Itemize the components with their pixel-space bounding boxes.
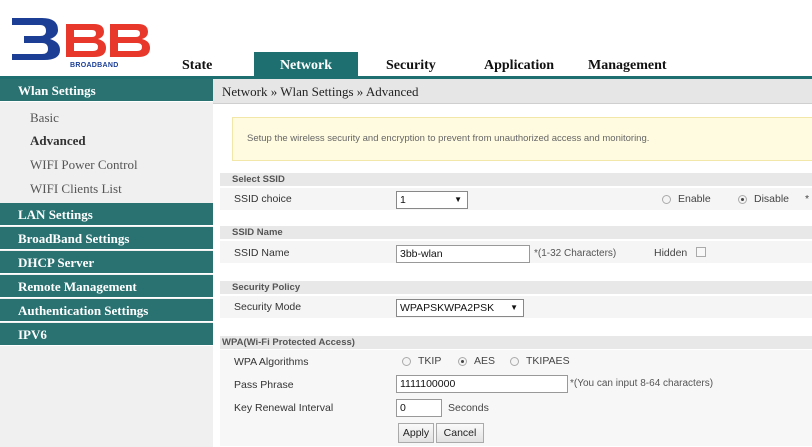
section-ssid-name: SSID Name xyxy=(220,226,812,239)
ssid-name-note: *(1-32 Characters) xyxy=(534,248,617,259)
sidebar-item-wifi-clients-list[interactable]: WIFI Clients List xyxy=(30,181,122,197)
sidebar-broadband-settings[interactable]: BroadBand Settings xyxy=(0,227,213,250)
chevron-down-icon: ▼ xyxy=(454,195,462,204)
nav-application[interactable]: Application xyxy=(484,58,554,74)
logo-brand-text: BROADBAND xyxy=(70,62,119,69)
pass-phrase-note: *(You can input 8-64 characters) xyxy=(570,378,714,389)
enable-radio[interactable] xyxy=(662,195,671,204)
wpa-algorithms-label: WPA Algorithms xyxy=(234,356,309,368)
ssid-choice-select[interactable]: 1 ▼ xyxy=(396,191,468,209)
nav-network[interactable]: Network xyxy=(254,52,358,77)
disable-radio[interactable] xyxy=(738,195,747,204)
ssid-choice-value: 1 xyxy=(400,194,406,206)
section-select-ssid: Select SSID xyxy=(220,173,812,186)
tkipaes-label: TKIPAES xyxy=(526,355,570,367)
breadcrumb: Network » Wlan Settings » Advanced xyxy=(213,79,812,104)
ssid-name-input[interactable]: 3bb-wlan xyxy=(396,245,530,263)
chevron-down-icon: ▼ xyxy=(510,303,518,312)
sidebar: Wlan Settings Basic Advanced WIFI Power … xyxy=(0,79,213,447)
nav-security[interactable]: Security xyxy=(386,58,436,74)
section-security-policy: Security Policy xyxy=(220,281,812,294)
sidebar-wlan-settings[interactable]: Wlan Settings xyxy=(0,79,213,102)
cancel-button[interactable]: Cancel xyxy=(436,423,484,443)
tkip-label: TKIP xyxy=(418,355,442,367)
aes-radio[interactable] xyxy=(458,357,467,366)
tkip-radio[interactable] xyxy=(402,357,411,366)
header: BROADBAND State Network Security Applica… xyxy=(0,0,812,77)
aes-label: AES xyxy=(474,355,496,367)
sidebar-item-wifi-power-control[interactable]: WIFI Power Control xyxy=(30,157,138,173)
enable-label: Enable xyxy=(678,193,711,205)
required-star: * xyxy=(805,193,810,205)
sidebar-remote-management[interactable]: Remote Management xyxy=(0,275,213,298)
logo-3bb[interactable]: BROADBAND xyxy=(8,14,168,72)
apply-button[interactable]: Apply xyxy=(398,423,434,443)
key-renewal-unit: Seconds xyxy=(448,402,489,414)
key-renewal-label: Key Renewal Interval xyxy=(234,402,334,414)
ssid-name-label: SSID Name xyxy=(234,247,290,259)
security-mode-select[interactable]: WPAPSKWPA2PSK ▼ xyxy=(396,299,524,317)
hidden-label: Hidden xyxy=(654,247,688,259)
sidebar-lan-settings[interactable]: LAN Settings xyxy=(0,203,213,226)
sidebar-ipv6[interactable]: IPV6 xyxy=(0,323,213,346)
security-mode-value: WPAPSKWPA2PSK xyxy=(400,302,495,314)
sidebar-item-advanced[interactable]: Advanced xyxy=(30,133,86,149)
security-mode-label: Security Mode xyxy=(234,301,302,313)
nav-management[interactable]: Management xyxy=(588,58,667,74)
pass-phrase-label: Pass Phrase xyxy=(234,379,294,391)
sidebar-item-basic[interactable]: Basic xyxy=(30,110,59,126)
notice-banner: Setup the wireless security and encrypti… xyxy=(232,117,812,161)
pass-phrase-input[interactable]: 1111100000 xyxy=(396,375,568,393)
ssid-choice-label: SSID choice xyxy=(234,193,292,205)
nav-state[interactable]: State xyxy=(182,58,212,74)
sidebar-dhcp-server[interactable]: DHCP Server xyxy=(0,251,213,274)
key-renewal-input[interactable]: 0 xyxy=(396,399,442,417)
hidden-checkbox[interactable] xyxy=(696,247,706,257)
section-wpa: WPA(Wi-Fi Protected Access) xyxy=(220,336,812,349)
disable-label: Disable xyxy=(754,193,790,205)
sidebar-authentication-settings[interactable]: Authentication Settings xyxy=(0,299,213,322)
tkipaes-radio[interactable] xyxy=(510,357,519,366)
row-ssid-choice xyxy=(220,188,812,210)
